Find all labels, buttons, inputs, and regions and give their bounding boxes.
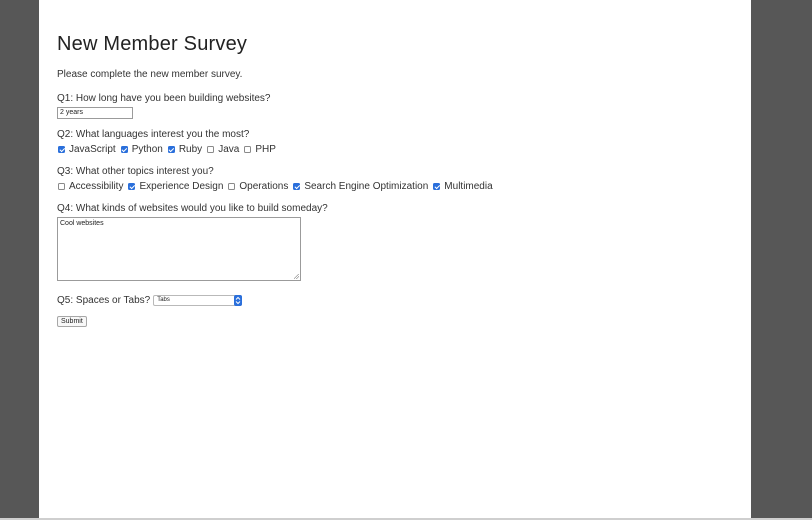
resize-handle-icon[interactable] xyxy=(294,274,299,279)
q2-options: JavaScript Python Ruby Java PHP xyxy=(57,143,727,156)
java-checkbox[interactable] xyxy=(207,146,215,153)
operations-checkbox[interactable] xyxy=(228,183,236,190)
accessibility-label: Accessibility xyxy=(69,181,124,192)
q1-years-input[interactable]: 2 years xyxy=(57,107,133,119)
python-checkbox[interactable] xyxy=(120,146,128,153)
php-checkbox[interactable] xyxy=(244,146,252,153)
q4-label: Q4: What kinds of websites would you lik… xyxy=(57,203,328,214)
q4-textarea-value: Cool websites xyxy=(60,220,104,227)
experience-design-checkbox[interactable] xyxy=(128,183,136,190)
python-label: Python xyxy=(131,144,163,155)
seo-label: Search Engine Optimization xyxy=(304,181,429,192)
q4-textarea[interactable]: Cool websites xyxy=(57,217,301,281)
multimedia-checkbox[interactable] xyxy=(433,183,441,190)
q3-options: Accessibility Experience Design Operatio… xyxy=(57,180,727,193)
javascript-checkbox[interactable] xyxy=(58,146,65,153)
page-container: New Member Survey Please complete the ne… xyxy=(39,0,751,519)
seo-checkbox[interactable] xyxy=(293,183,301,190)
q3-option-multimedia[interactable]: Multimedia xyxy=(432,180,493,193)
select-arrows-icon xyxy=(234,295,243,306)
q5-row: Q5: Spaces or Tabs? Tabs xyxy=(57,295,727,306)
q3-option-experience-design[interactable]: Experience Design xyxy=(127,180,223,193)
q2-option-ruby[interactable]: Ruby xyxy=(167,143,202,156)
submit-button[interactable]: Submit xyxy=(57,316,87,327)
q1-label: Q1: How long have you been building webs… xyxy=(57,93,271,104)
intro-text: Please complete the new member survey. xyxy=(57,69,243,80)
operations-label: Operations xyxy=(239,181,289,192)
q2-option-python[interactable]: Python xyxy=(120,143,163,156)
q3-label: Q3: What other topics interest you? xyxy=(57,166,214,177)
multimedia-label: Multimedia xyxy=(444,181,493,192)
experience-design-label: Experience Design xyxy=(139,181,224,192)
q3-option-seo[interactable]: Search Engine Optimization xyxy=(292,180,428,193)
q2-option-php[interactable]: PHP xyxy=(243,143,276,156)
updown-chevron-icon xyxy=(235,296,241,305)
ruby-label: Ruby xyxy=(178,144,203,155)
q2-option-java[interactable]: Java xyxy=(206,143,239,156)
javascript-label: JavaScript xyxy=(69,144,116,155)
page-title: New Member Survey xyxy=(57,33,248,55)
accessibility-checkbox[interactable] xyxy=(58,183,65,190)
q5-label: Q5: Spaces or Tabs? xyxy=(57,295,151,306)
java-label: Java xyxy=(218,144,240,155)
php-label: PHP xyxy=(255,144,276,155)
q5-select[interactable]: Tabs xyxy=(153,295,243,306)
q2-label: Q2: What languages interest you the most… xyxy=(57,129,250,140)
q2-option-javascript[interactable]: JavaScript xyxy=(57,143,116,156)
survey-form: New Member Survey Please complete the ne… xyxy=(57,31,727,328)
ruby-checkbox[interactable] xyxy=(167,146,175,153)
q3-option-accessibility[interactable]: Accessibility xyxy=(57,180,123,193)
q3-option-operations[interactable]: Operations xyxy=(227,180,288,193)
q5-select-value: Tabs xyxy=(157,297,170,303)
